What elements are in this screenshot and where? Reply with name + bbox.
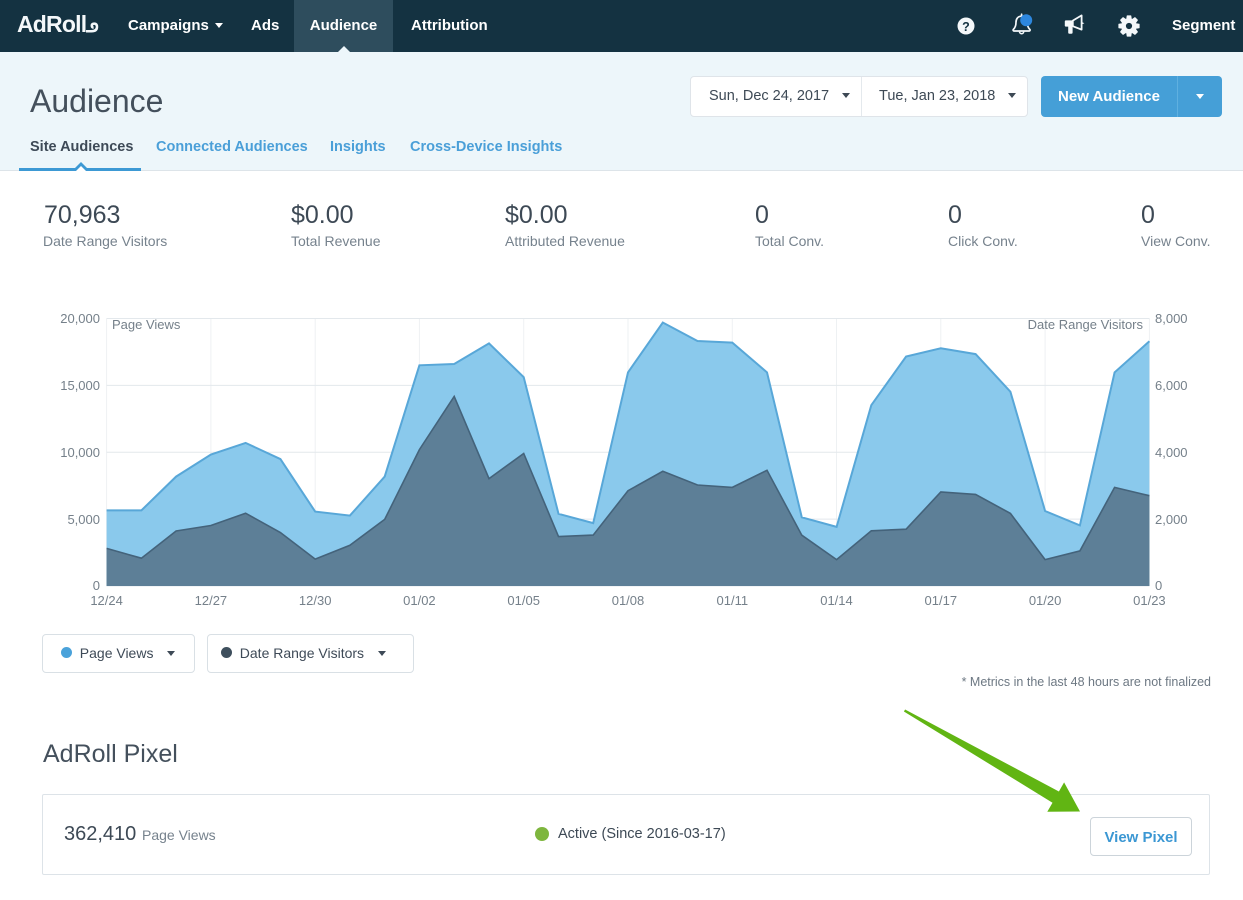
svg-text:Date Range Visitors: Date Range Visitors [1028, 317, 1144, 332]
svg-text:6,000: 6,000 [1155, 378, 1188, 393]
svg-text:12/30: 12/30 [299, 593, 332, 608]
svg-text:01/14: 01/14 [820, 593, 853, 608]
svg-text:0: 0 [93, 578, 100, 593]
svg-text:8,000: 8,000 [1155, 311, 1188, 326]
svg-text:01/02: 01/02 [403, 593, 436, 608]
svg-text:20,000: 20,000 [60, 311, 100, 326]
svg-text:?: ? [962, 20, 970, 34]
svg-text:01/05: 01/05 [507, 593, 540, 608]
svg-text:2,000: 2,000 [1155, 512, 1188, 527]
svg-text:Page Views: Page Views [112, 317, 181, 332]
svg-text:01/08: 01/08 [612, 593, 645, 608]
svg-text:12/27: 12/27 [195, 593, 228, 608]
svg-text:0: 0 [1155, 578, 1162, 593]
svg-text:01/20: 01/20 [1029, 593, 1062, 608]
svg-text:4,000: 4,000 [1155, 445, 1188, 460]
svg-text:01/17: 01/17 [925, 593, 958, 608]
svg-text:12/24: 12/24 [90, 593, 123, 608]
svg-text:5,000: 5,000 [67, 512, 100, 527]
svg-text:15,000: 15,000 [60, 378, 100, 393]
svg-text:01/23: 01/23 [1133, 593, 1166, 608]
svg-text:01/11: 01/11 [717, 593, 749, 608]
svg-text:10,000: 10,000 [60, 445, 100, 460]
